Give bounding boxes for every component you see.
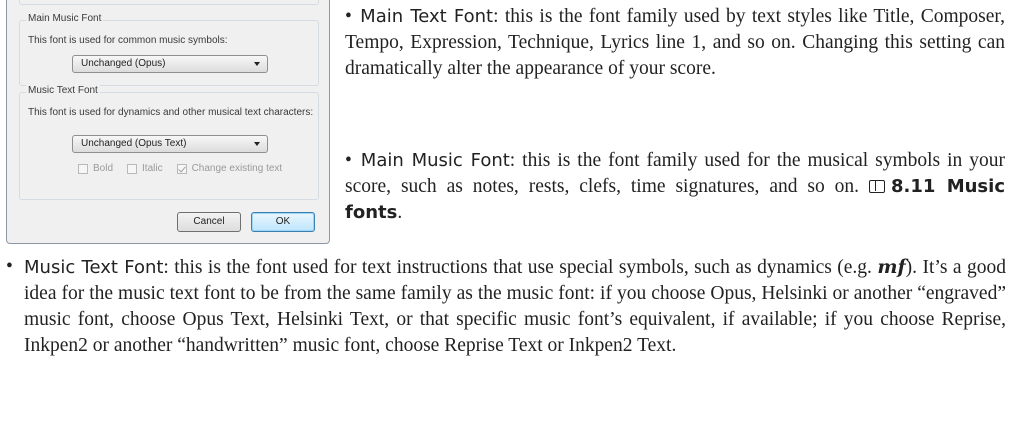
book-icon	[868, 180, 885, 193]
bold-label: Bold	[93, 163, 114, 174]
change-existing-text-checkbox[interactable]: Change existing text	[176, 163, 283, 174]
mf-dynamic-symbol: mf	[877, 256, 906, 278]
checkbox-box-icon	[127, 163, 138, 174]
main-music-font-group: Main Music Font This font is used for co…	[19, 13, 319, 86]
sentence-end: .	[397, 202, 403, 223]
ok-button[interactable]: OK	[251, 212, 315, 232]
cancel-button[interactable]: Cancel	[177, 212, 241, 232]
main-text-font-group	[19, 0, 319, 5]
music-text-font-select[interactable]: Unchanged (Opus Text)	[72, 135, 268, 153]
bold-checkbox[interactable]: Bold	[78, 163, 113, 174]
music-text-font-term: Music Text Font	[24, 257, 164, 278]
main-music-font-term: Main Music Font	[360, 150, 510, 171]
music-text-font-group: Music Text Font This font is used for dy…	[19, 85, 319, 200]
main-music-font-select[interactable]: Unchanged (Opus)	[72, 55, 268, 73]
music-text-font-paragraph: • Music Text Font: this is the font used…	[2, 254, 1006, 359]
main-text-font-term: Main Text Font	[360, 6, 494, 27]
dropdown-arrow-icon	[254, 142, 260, 146]
music-text-font-body-a: : this is the font used for text instruc…	[163, 257, 878, 278]
italic-checkbox[interactable]: Italic	[127, 163, 163, 174]
italic-label: Italic	[142, 163, 163, 174]
dropdown-arrow-icon	[254, 62, 260, 66]
bullet: •	[345, 6, 352, 27]
main-music-font-paragraph: • Main Music Font: this is the font fami…	[345, 148, 1005, 226]
change-existing-text-label: Change existing text	[191, 163, 283, 174]
music-text-font-value: Unchanged (Opus Text)	[81, 138, 187, 149]
music-text-font-description: This font is used for dynamics and other…	[28, 107, 314, 118]
main-music-font-value: Unchanged (Opus)	[81, 58, 166, 69]
main-music-font-description: This font is used for common music symbo…	[28, 35, 228, 46]
main-text-font-paragraph: • Main Text Font: this is the font famil…	[345, 4, 1005, 82]
checkmark-icon	[176, 163, 187, 174]
main-music-font-legend: Main Music Font	[26, 13, 104, 24]
checkbox-box-icon	[78, 163, 88, 174]
bullet: •	[6, 256, 13, 277]
music-text-font-legend: Music Text Font	[26, 85, 100, 96]
bullet: •	[345, 150, 352, 171]
fonts-dialog-screenshot: Main Music Font This font is used for co…	[6, 0, 330, 244]
font-options-row: Bold Italic Change existing text	[78, 163, 296, 174]
